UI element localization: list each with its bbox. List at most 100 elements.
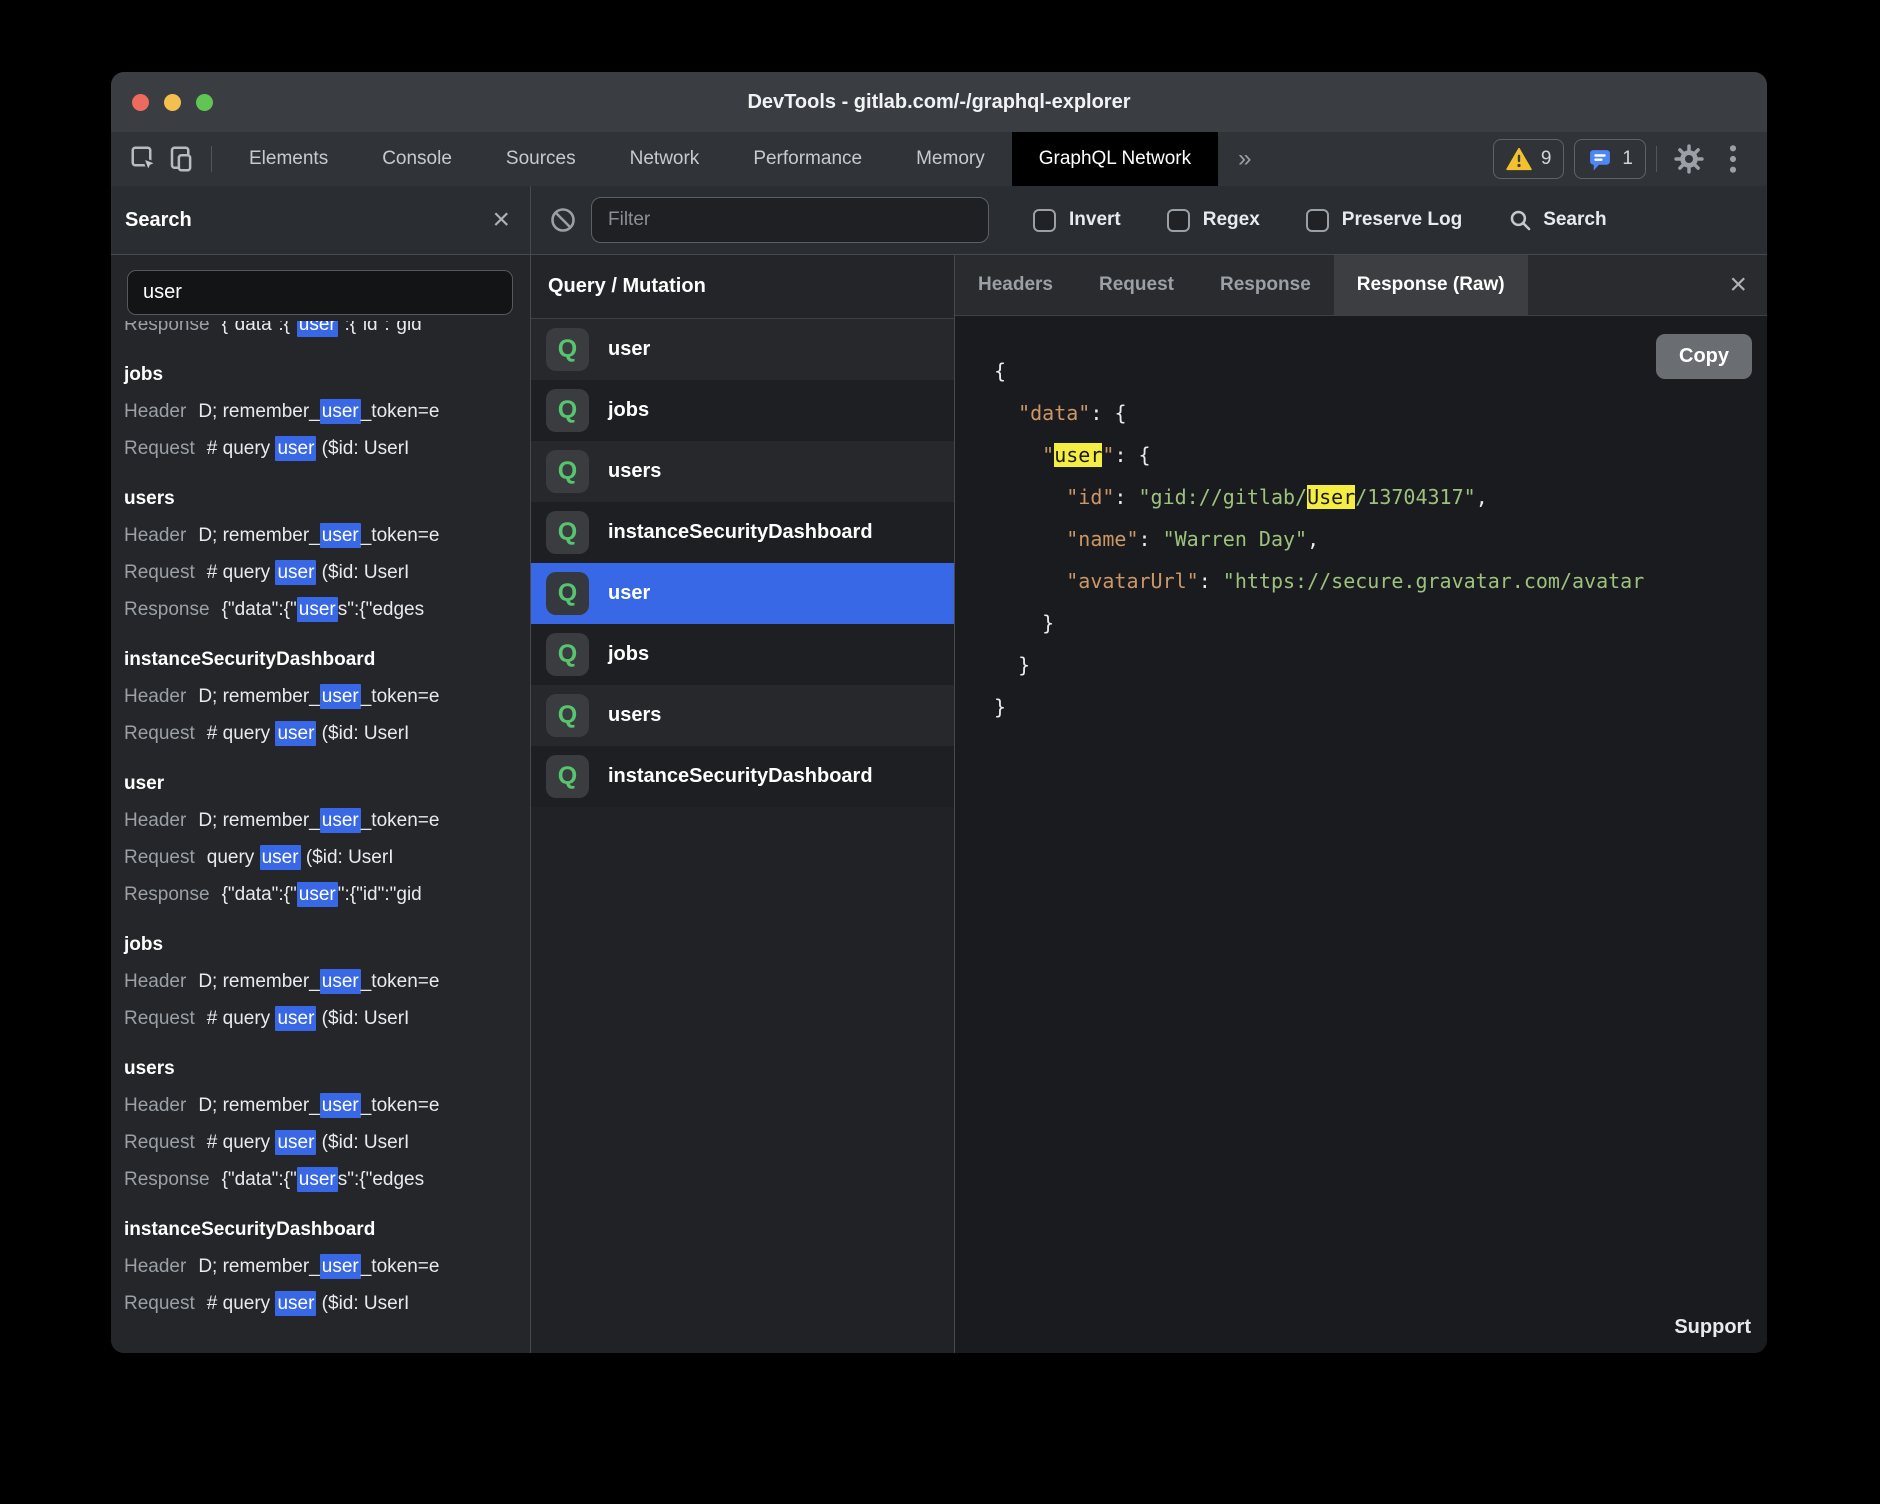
search-result-row[interactable]: Response{"data":{"user":{"id":"gid: [124, 876, 530, 913]
search-result-kind: Header: [124, 1095, 186, 1116]
devtools-tab-network[interactable]: Network: [603, 132, 727, 186]
query-list-item-instancesecuritydashboard[interactable]: QinstanceSecurityDashboard: [531, 746, 954, 807]
search-input[interactable]: [127, 270, 513, 315]
json-viewer: { "data": { "user": { "id": "gid://gitla…: [994, 350, 1767, 728]
query-list-item-users[interactable]: Qusers: [531, 441, 954, 502]
search-panel-header: Search ×: [111, 186, 531, 254]
search-result-row[interactable]: Request# query user ($id: UserI: [124, 715, 530, 752]
search-result-group-title: users: [124, 480, 530, 517]
regex-checkbox[interactable]: Regex: [1167, 209, 1260, 232]
query-item-label: instanceSecurityDashboard: [608, 765, 873, 788]
close-search-panel-icon[interactable]: ×: [492, 205, 510, 235]
devtools-toolbar: ElementsConsoleSourcesNetworkPerformance…: [111, 132, 1767, 186]
search-highlight: user: [320, 399, 361, 424]
devtools-tab-console[interactable]: Console: [355, 132, 479, 186]
json-line: }: [994, 686, 1767, 728]
search-result-row[interactable]: Request# query user ($id: UserI: [124, 430, 530, 467]
search-text: s":{"edges: [338, 1169, 424, 1190]
support-link[interactable]: Support: [1674, 1316, 1751, 1339]
search-result-row[interactable]: Request# query user ($id: UserI: [124, 1124, 530, 1161]
invert-checkbox[interactable]: Invert: [1033, 209, 1121, 232]
devtools-tab-elements[interactable]: Elements: [222, 132, 355, 186]
kebab-menu-icon[interactable]: [1711, 143, 1755, 175]
preserve-log-checkbox[interactable]: Preserve Log: [1306, 209, 1462, 232]
query-list-item-user[interactable]: Quser: [531, 319, 954, 380]
search-text: # query: [207, 1008, 276, 1029]
query-list-item-jobs[interactable]: Qjobs: [531, 380, 954, 441]
settings-gear-icon[interactable]: [1667, 143, 1711, 175]
query-list-item-instancesecuritydashboard[interactable]: QinstanceSecurityDashboard: [531, 502, 954, 563]
json-token: "data": [1018, 401, 1090, 425]
search-result-row[interactable]: Requestquery user ($id: UserI: [124, 839, 530, 876]
query-list-item-jobs[interactable]: Qjobs: [531, 624, 954, 685]
issues-badge[interactable]: 1: [1574, 139, 1646, 179]
search-result-row[interactable]: HeaderD; remember_user_token=e: [124, 963, 530, 1000]
search-result-group: usersHeaderD; remember_user_token=eReque…: [124, 1050, 530, 1198]
json-line: "name": "Warren Day",: [994, 518, 1767, 560]
response-tabs: HeadersRequestResponseResponse (Raw): [955, 255, 1528, 315]
search-result-row[interactable]: Request# query user ($id: UserI: [124, 1000, 530, 1037]
query-list-header: Query / Mutation: [531, 255, 954, 319]
json-token: }: [994, 695, 1006, 719]
search-result-kind: Response: [124, 1169, 210, 1190]
devtools-tab-sources[interactable]: Sources: [479, 132, 603, 186]
json-token: :: [1114, 443, 1138, 467]
device-toolbar-icon[interactable]: [163, 140, 201, 178]
json-token: /13704317": [1355, 485, 1475, 509]
search-highlight: user: [320, 808, 361, 833]
checkbox-label: Invert: [1069, 209, 1121, 231]
devtools-tab-memory[interactable]: Memory: [889, 132, 1012, 186]
maximize-window-button[interactable]: [196, 94, 213, 111]
search-highlight: user: [297, 597, 338, 622]
search-result-row[interactable]: Request# query user ($id: UserI: [124, 554, 530, 591]
query-list-item-users[interactable]: Qusers: [531, 685, 954, 746]
search-result-row[interactable]: HeaderD; remember_user_token=e: [124, 1087, 530, 1124]
panels-container: Response{"data":{"user":{"id":"gid jobsH…: [111, 255, 1767, 1353]
devtools-tab-performance[interactable]: Performance: [726, 132, 889, 186]
search-highlight: user: [320, 969, 361, 994]
search-result-row[interactable]: HeaderD; remember_user_token=e: [124, 517, 530, 554]
warnings-badge[interactable]: 9: [1493, 139, 1565, 179]
query-mutation-panel: Query / Mutation QuserQjobsQusersQinstan…: [531, 255, 955, 1353]
json-token: {: [1114, 401, 1126, 425]
search-result-group-title: users: [124, 1050, 530, 1087]
filter-input[interactable]: [591, 197, 989, 243]
query-list: QuserQjobsQusersQinstanceSecurityDashboa…: [531, 319, 954, 807]
search-result-row[interactable]: HeaderD; remember_user_token=e: [124, 678, 530, 715]
search-result-row[interactable]: HeaderD; remember_user_token=e: [124, 1248, 530, 1285]
filter-search-label: Search: [1543, 209, 1606, 231]
tab-response[interactable]: Response: [1197, 255, 1334, 315]
search-result-row[interactable]: Response{"data":{"users":{"edges: [124, 591, 530, 628]
search-result-row[interactable]: Response{"data":{"users":{"edges: [124, 1161, 530, 1198]
search-highlight: user: [297, 882, 338, 907]
json-token: :: [1090, 401, 1114, 425]
close-details-icon[interactable]: ×: [1729, 270, 1767, 300]
search-result-row[interactable]: Request# query user ($id: UserI: [124, 1285, 530, 1322]
tab-headers[interactable]: Headers: [955, 255, 1076, 315]
search-highlight: user: [320, 1093, 361, 1118]
filter-search-toggle[interactable]: Search: [1508, 208, 1606, 233]
search-result-row[interactable]: Response{"data":{"user":{"id":"gid: [124, 321, 530, 343]
minimize-window-button[interactable]: [164, 94, 181, 111]
search-result-row[interactable]: HeaderD; remember_user_token=e: [124, 393, 530, 430]
json-token: [994, 569, 1066, 593]
search-text: ($id: UserI: [316, 562, 409, 583]
copy-button[interactable]: Copy: [1656, 334, 1752, 379]
search-result-row[interactable]: HeaderD; remember_user_token=e: [124, 802, 530, 839]
inspect-element-icon[interactable]: [125, 140, 163, 178]
search-result-kind: Header: [124, 525, 186, 546]
close-window-button[interactable]: [132, 94, 149, 111]
block-icon[interactable]: [547, 204, 579, 236]
search-result-group-title: jobs: [124, 926, 530, 963]
search-results[interactable]: Response{"data":{"user":{"id":"gid jobsH…: [111, 321, 530, 1353]
devtools-tab-graphql-network[interactable]: GraphQL Network: [1012, 132, 1218, 186]
tab-request[interactable]: Request: [1076, 255, 1197, 315]
search-text: # query: [207, 562, 276, 583]
more-tabs-chevron[interactable]: »: [1218, 145, 1271, 173]
tab-response-raw[interactable]: Response (Raw): [1334, 255, 1528, 315]
search-text: ($id: UserI: [316, 1293, 409, 1314]
query-list-item-user[interactable]: Quser: [531, 563, 954, 624]
checkbox-label: Regex: [1203, 209, 1260, 231]
message-icon: [1587, 147, 1613, 172]
search-text: _token=e: [361, 686, 440, 707]
